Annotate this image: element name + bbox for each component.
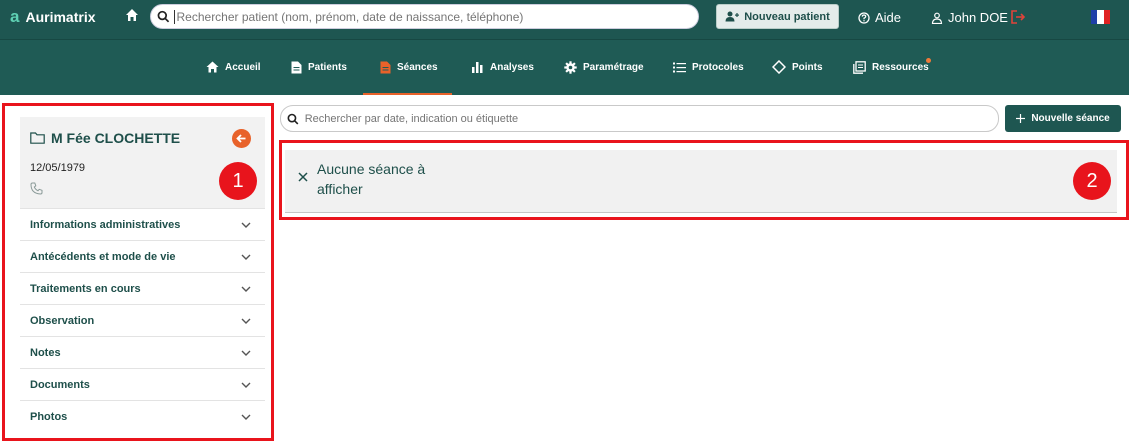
nav-parametrage[interactable]: Paramétrage	[564, 60, 644, 74]
new-session-label: Nouvelle séance	[1031, 113, 1110, 124]
user-icon	[931, 12, 943, 24]
search-icon	[287, 113, 299, 125]
nav-label: Paramétrage	[583, 61, 644, 73]
highlight-box-2	[279, 140, 1129, 220]
app-name: Aurimatrix	[25, 9, 96, 25]
plus-icon	[1016, 114, 1026, 123]
help-icon	[858, 11, 870, 24]
nav-label: Ressources	[872, 61, 929, 73]
nav-accueil[interactable]: Accueil	[206, 60, 261, 74]
new-session-button[interactable]: Nouvelle séance	[1005, 105, 1121, 132]
nav-label: Accueil	[225, 61, 261, 73]
nav-ressources[interactable]: Ressources	[853, 60, 929, 74]
help-label: Aide	[875, 10, 902, 25]
logout-icon[interactable]	[1010, 9, 1026, 25]
home-icon	[206, 61, 219, 73]
session-search-input[interactable]	[280, 105, 999, 132]
library-icon	[853, 60, 866, 74]
document-icon	[291, 61, 302, 73]
help-link[interactable]: Aide	[858, 10, 901, 25]
main-nav: Accueil Patients Séances Analyses Paramé…	[0, 39, 1129, 95]
text-caret	[173, 9, 175, 24]
new-patient-label: Nouveau patient	[744, 10, 830, 23]
user-menu[interactable]: John DOE	[931, 10, 1008, 25]
patient-search-input[interactable]	[150, 4, 699, 29]
language-flag-icon[interactable]	[1091, 10, 1110, 24]
active-tab-indicator	[363, 93, 452, 95]
logo-mark: a	[10, 7, 20, 26]
highlight-box-1	[2, 103, 274, 441]
patient-search-field[interactable]	[176, 9, 698, 24]
annotation-badge-2: 2	[1073, 162, 1111, 200]
bar-chart-icon	[472, 62, 483, 73]
home-icon[interactable]	[125, 8, 139, 22]
annotation-badge-1: 1	[219, 162, 257, 200]
nav-label: Protocoles	[692, 61, 744, 73]
gear-icon	[564, 60, 577, 74]
add-user-icon	[725, 11, 740, 22]
nav-patients[interactable]: Patients	[291, 60, 347, 74]
search-icon	[157, 10, 170, 23]
user-name: John DOE	[948, 10, 1008, 25]
session-doc-icon	[380, 61, 391, 73]
nav-label: Séances	[397, 61, 438, 73]
notification-dot	[926, 58, 931, 63]
nav-analyses[interactable]: Analyses	[471, 60, 534, 74]
diamond-icon	[772, 60, 786, 74]
nav-protocoles[interactable]: Protocoles	[673, 60, 744, 74]
app-logo[interactable]: a Aurimatrix	[10, 6, 96, 28]
nav-seances[interactable]: Séances	[380, 60, 438, 74]
nav-label: Patients	[308, 61, 347, 73]
session-search-field[interactable]	[304, 112, 998, 125]
nav-label: Points	[792, 61, 823, 73]
flag-stripe-red	[1103, 10, 1110, 24]
list-icon	[673, 62, 686, 72]
nav-label: Analyses	[490, 61, 534, 73]
top-bar: a Aurimatrix Nouveau patient Aide John D…	[0, 0, 1129, 39]
new-patient-button[interactable]: Nouveau patient	[716, 4, 839, 29]
nav-points[interactable]: Points	[772, 60, 823, 74]
